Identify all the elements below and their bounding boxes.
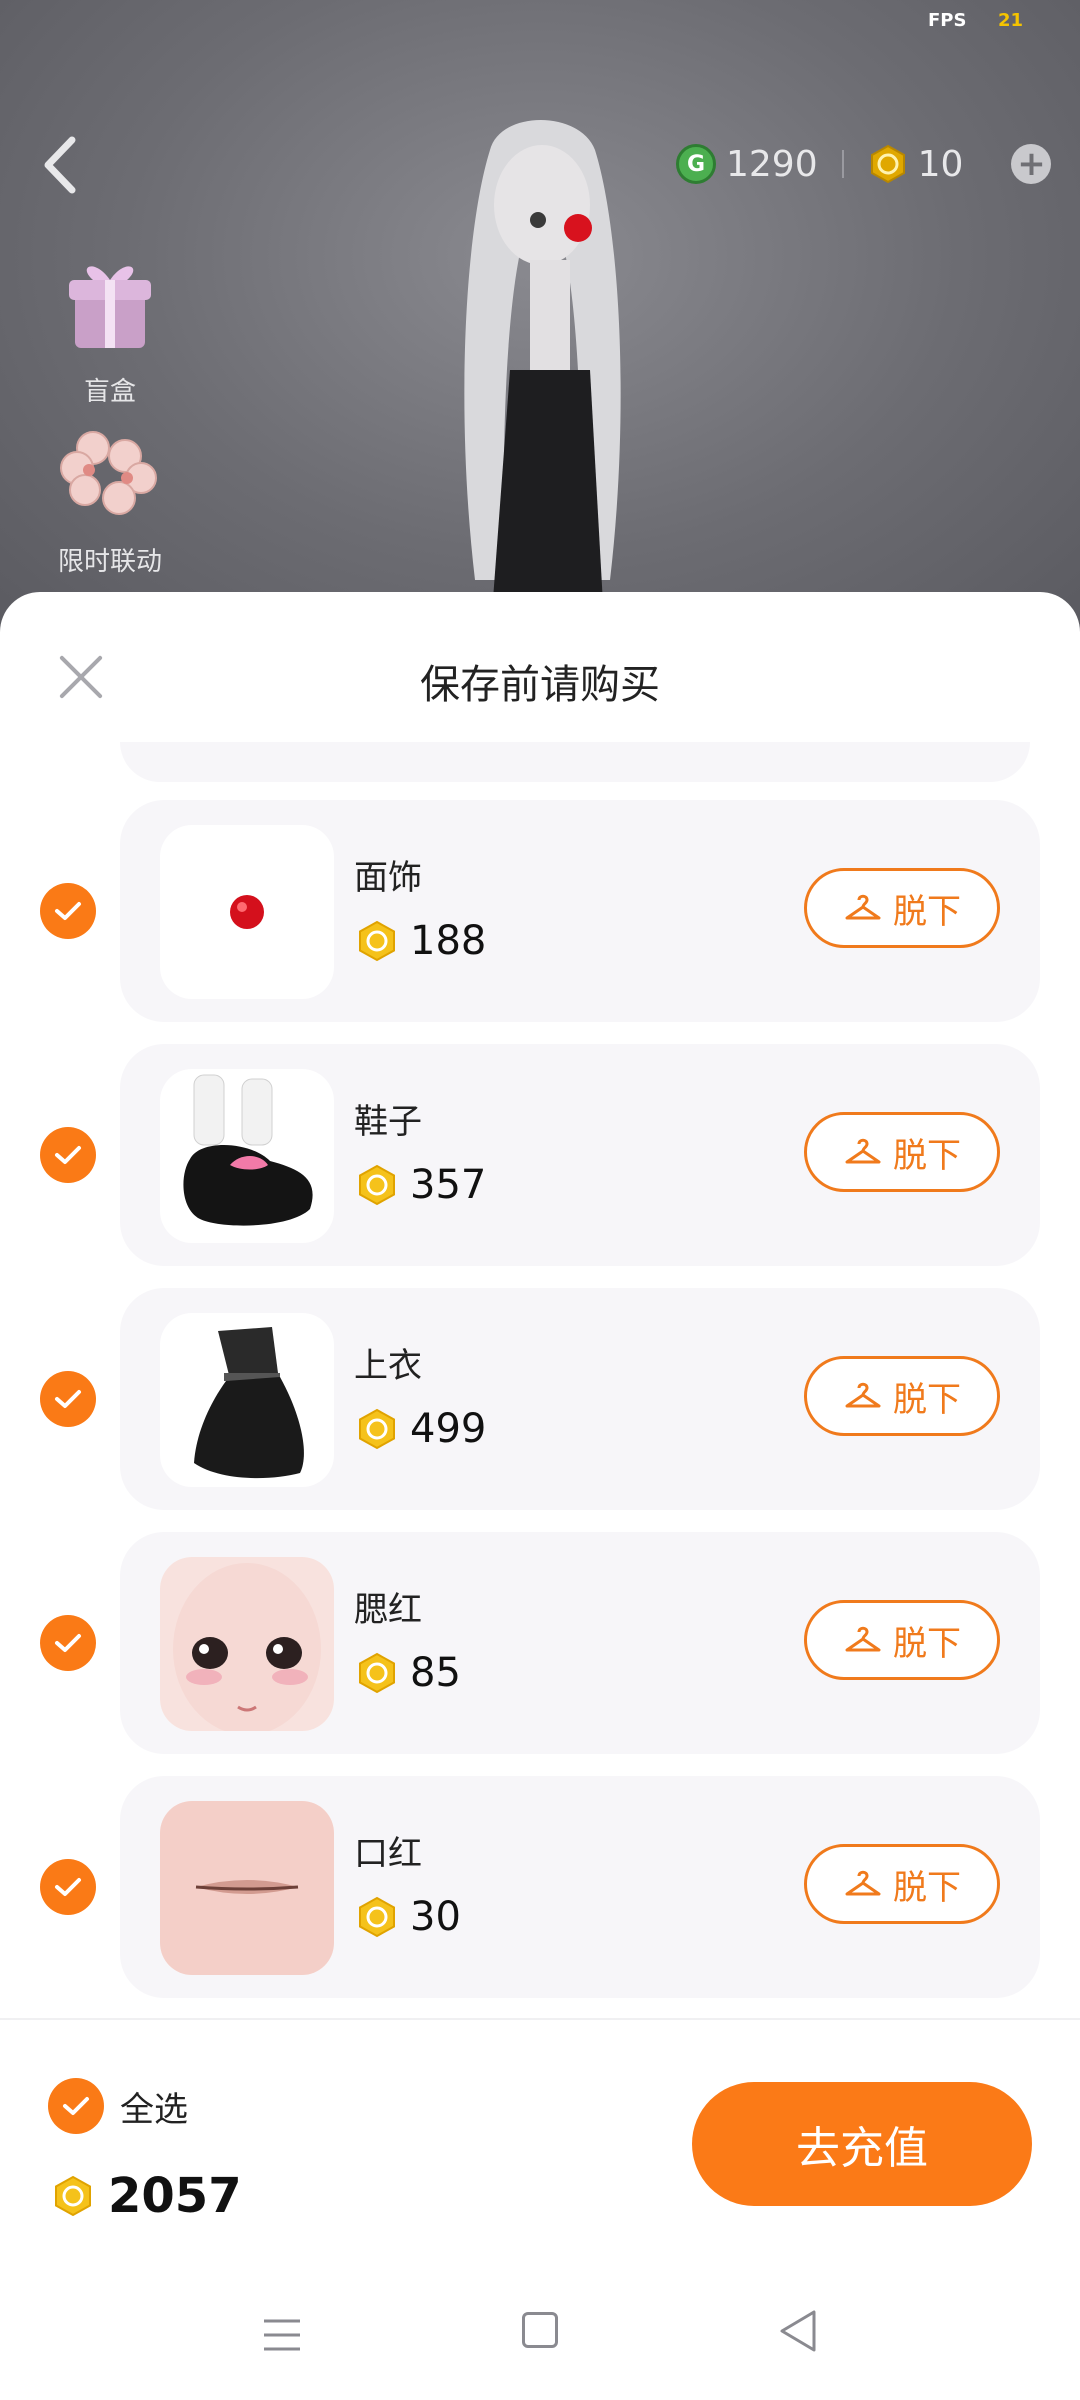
gift-box-icon <box>69 266 151 348</box>
purchase-sheet: 保存前请购买 面饰 188 脱下 鞋子 357 脱下 上衣 499 脱下 腮红 … <box>0 592 1080 2400</box>
list-item: 口红 30 脱下 <box>0 1776 1080 1998</box>
checkmark-icon <box>55 902 81 920</box>
item-name: 上衣 <box>354 1346 422 1386</box>
take-off-button[interactable]: 脱下 <box>804 1112 1000 1192</box>
list-item: 腮红 85 脱下 <box>0 1532 1080 1754</box>
fps-value: 21 <box>998 10 1024 31</box>
checkmark-icon <box>55 1878 81 1896</box>
hanger-icon <box>845 894 881 920</box>
checkout-footer: 全选 2057 去充值 <box>0 2018 1080 2400</box>
item-thumbnail <box>160 1801 334 1975</box>
take-off-button[interactable]: 脱下 <box>804 1844 1000 1924</box>
currency-divider <box>841 150 844 178</box>
list-item: 面饰 188 脱下 <box>0 800 1080 1022</box>
hanger-icon <box>845 1870 881 1896</box>
select-all-label: 全选 <box>120 2089 188 2130</box>
sheet-title: 保存前请购买 <box>420 662 660 708</box>
item-checkbox[interactable] <box>40 1371 96 1427</box>
take-off-button[interactable]: 脱下 <box>804 868 1000 948</box>
total-price: 2057 <box>52 2168 242 2224</box>
list-item: 上衣 499 脱下 <box>0 1288 1080 1510</box>
item-card: 口红 30 脱下 <box>120 1776 1040 1998</box>
add-currency-button[interactable]: + <box>1011 144 1052 184</box>
checkmark-icon <box>63 2097 89 2115</box>
item-name: 面饰 <box>354 858 422 898</box>
green-coin-count: 1290 <box>726 143 818 185</box>
item-card: 面饰 188 脱下 <box>120 800 1040 1022</box>
back-arrow-icon[interactable] <box>36 130 86 200</box>
sakura-icon <box>60 431 157 515</box>
system-nav-bar <box>0 2282 1080 2400</box>
recent-apps-icon[interactable] <box>262 2316 302 2354</box>
limited-collab-entry[interactable]: 限时联动 <box>40 418 180 578</box>
select-all-checkbox[interactable] <box>48 2078 104 2134</box>
gold-coin-icon <box>359 1652 395 1694</box>
item-thumbnail <box>160 1313 334 1487</box>
item-name: 鞋子 <box>354 1102 422 1142</box>
item-checkbox[interactable] <box>40 883 96 939</box>
item-price-value: 499 <box>410 1406 487 1452</box>
take-off-button[interactable]: 脱下 <box>804 1600 1000 1680</box>
hanger-icon <box>845 1138 881 1164</box>
gold-coin-count: 10 <box>917 143 964 185</box>
fps-label: FPS <box>928 10 967 31</box>
take-off-label: 脱下 <box>893 891 961 932</box>
gold-coin-icon <box>870 144 905 184</box>
take-off-label: 脱下 <box>893 1867 961 1908</box>
item-thumbnail <box>160 1069 334 1243</box>
gold-coin-icon <box>359 1896 395 1938</box>
list-item: 鞋子 357 脱下 <box>0 1044 1080 1266</box>
item-checkbox[interactable] <box>40 1615 96 1671</box>
character-avatar <box>464 120 621 640</box>
take-off-label: 脱下 <box>893 1135 961 1176</box>
item-name: 口红 <box>354 1834 422 1874</box>
item-price-value: 85 <box>410 1650 461 1696</box>
recharge-button[interactable]: 去充值 <box>692 2082 1032 2206</box>
gold-coin-icon <box>55 2175 91 2217</box>
game-scene: FPS 21 G 1290 10 + 盲盒 限时联动 <box>0 0 1080 640</box>
item-price: 499 <box>356 1406 486 1452</box>
item-card: 腮红 85 脱下 <box>120 1532 1040 1754</box>
item-thumbnail <box>160 825 334 999</box>
item-price: 357 <box>356 1162 486 1208</box>
item-checkbox[interactable] <box>40 1127 96 1183</box>
gold-coin-icon <box>359 1408 395 1450</box>
blind-box-label: 盲盒 <box>83 377 136 407</box>
checkmark-icon <box>55 1146 81 1164</box>
item-price: 85 <box>356 1650 461 1696</box>
nav-back-icon[interactable] <box>776 2308 820 2354</box>
item-card: 鞋子 357 脱下 <box>120 1044 1040 1266</box>
checkmark-icon <box>55 1390 81 1408</box>
limited-collab-label: 限时联动 <box>57 547 162 577</box>
sheet-header: 保存前请购买 <box>0 592 1080 762</box>
item-checkbox[interactable] <box>40 1859 96 1915</box>
item-price-value: 30 <box>410 1894 461 1940</box>
home-icon[interactable] <box>522 2312 558 2348</box>
gold-coin-icon <box>359 920 395 962</box>
currency-bar: G 1290 10 + <box>676 140 1052 188</box>
item-thumbnail <box>160 1557 334 1731</box>
item-price-value: 357 <box>410 1162 487 1208</box>
item-price: 188 <box>356 918 486 964</box>
item-list[interactable]: 面饰 188 脱下 鞋子 357 脱下 上衣 499 脱下 腮红 85 脱下 口… <box>0 742 1080 2010</box>
hanger-icon <box>845 1382 881 1408</box>
take-off-button[interactable]: 脱下 <box>804 1356 1000 1436</box>
select-all-toggle[interactable]: 全选 <box>48 2078 188 2134</box>
item-card: 上衣 499 脱下 <box>120 1288 1040 1510</box>
blind-box-entry[interactable]: 盲盒 <box>40 248 180 408</box>
item-name: 腮红 <box>354 1590 422 1630</box>
take-off-label: 脱下 <box>893 1379 961 1420</box>
total-price-value: 2057 <box>108 2168 242 2224</box>
item-price: 30 <box>356 1894 461 1940</box>
list-item-partial <box>120 742 1030 782</box>
take-off-label: 脱下 <box>893 1623 961 1664</box>
checkmark-icon <box>55 1634 81 1652</box>
hanger-icon <box>845 1626 881 1652</box>
gold-coin-icon <box>359 1164 395 1206</box>
item-price-value: 188 <box>410 918 487 964</box>
